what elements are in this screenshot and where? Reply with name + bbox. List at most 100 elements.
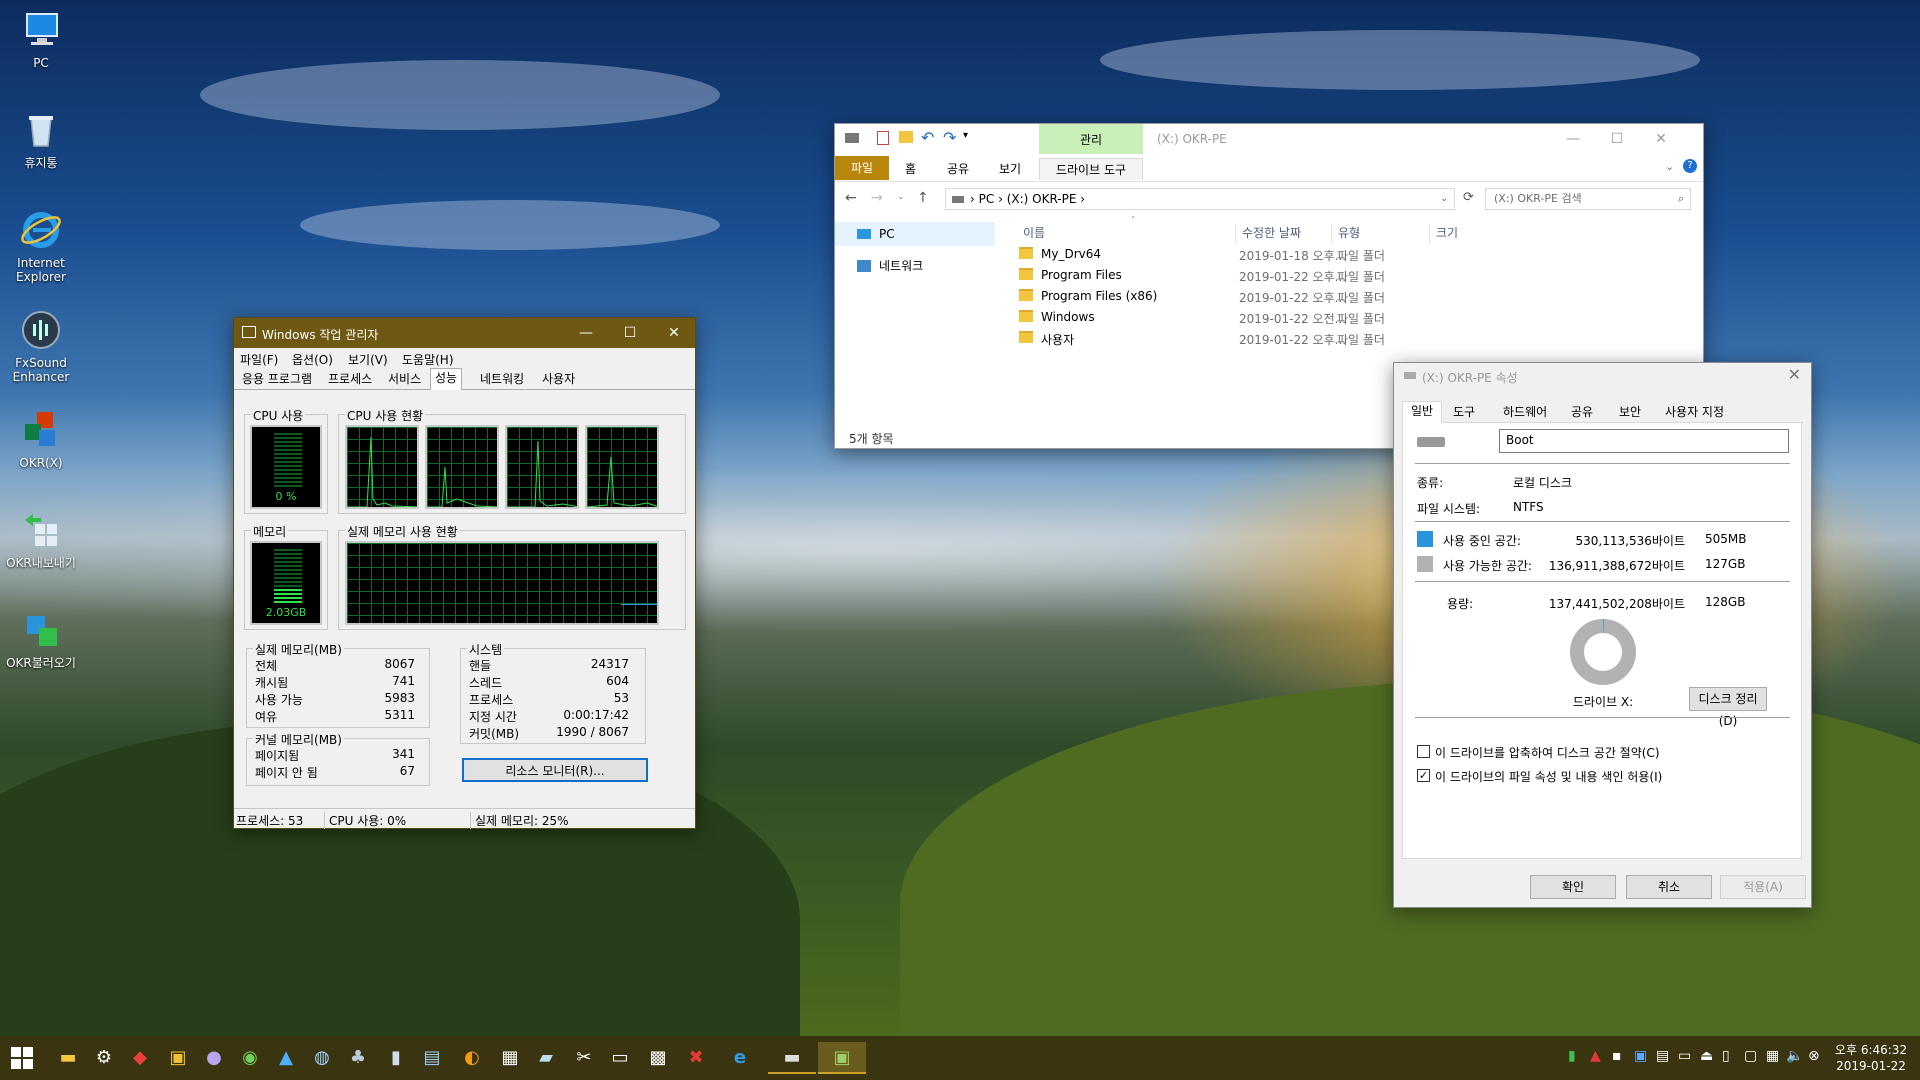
minimize-button[interactable]: —: [564, 318, 608, 348]
cancel-button[interactable]: 취소: [1626, 875, 1712, 899]
settings-taskbar-icon[interactable]: ⚙: [88, 1042, 120, 1074]
apply-button[interactable]: 적용(A): [1720, 875, 1806, 899]
desktop-icon-okr[interactable]: OKR(X): [4, 408, 78, 470]
chrome-taskbar-icon[interactable]: ◉: [234, 1042, 266, 1074]
drive-name-input[interactable]: Boot: [1499, 429, 1789, 453]
menu-view[interactable]: 보기(V): [348, 351, 388, 368]
search-input[interactable]: (X:) OKR-PE 검색 ⌕: [1485, 188, 1691, 210]
file-row[interactable]: Program Files 2019-01-22 오후... 파일 폴더: [1013, 265, 1693, 286]
app-taskbar-icon[interactable]: ●: [198, 1042, 230, 1074]
usb-icon[interactable]: ⏏: [1700, 1048, 1713, 1064]
tray-app-icon[interactable]: ▮: [1568, 1048, 1576, 1064]
ribbon-tab-drive-tools[interactable]: 드라이브 도구: [1039, 158, 1143, 180]
tray-app-icon[interactable]: ▪: [1612, 1048, 1622, 1064]
file-explorer-taskbar-icon[interactable]: ▬: [52, 1042, 84, 1074]
drive-taskbar-icon[interactable]: ▬: [768, 1042, 816, 1074]
up-icon[interactable]: ↑: [917, 190, 929, 206]
app-taskbar-icon[interactable]: ◍: [306, 1042, 338, 1074]
desktop-icon-pc[interactable]: PC: [4, 8, 78, 70]
app-taskbar-icon[interactable]: ✖: [680, 1042, 712, 1074]
desktop-icon-okr-export[interactable]: OKR내보내기: [4, 508, 78, 570]
tray-app-icon[interactable]: ▤: [1656, 1048, 1669, 1064]
notepad-taskbar-icon[interactable]: ▮: [380, 1042, 412, 1074]
column-type[interactable]: 유형: [1331, 224, 1360, 244]
undo-icon[interactable]: ↶: [921, 128, 934, 147]
back-icon[interactable]: ←: [845, 190, 857, 206]
tab-networking[interactable]: 네트워킹: [476, 370, 528, 390]
terminal-taskbar-icon[interactable]: ▭: [604, 1042, 636, 1074]
maximize-button[interactable]: ☐: [608, 318, 652, 348]
app-taskbar-icon[interactable]: ▩: [642, 1042, 674, 1074]
file-row[interactable]: My_Drv64 2019-01-18 오후... 파일 폴더: [1013, 244, 1693, 265]
tab-users[interactable]: 사용자: [538, 370, 579, 390]
ribbon-tab-share[interactable]: 공유: [935, 158, 981, 180]
app-taskbar-icon[interactable]: ▰: [530, 1042, 562, 1074]
menu-help[interactable]: 도움말(H): [402, 351, 454, 368]
address-dropdown-icon[interactable]: ⌄: [1440, 189, 1448, 209]
internet-explorer-taskbar-icon[interactable]: e: [724, 1042, 756, 1074]
menu-file[interactable]: 파일(F): [240, 351, 278, 368]
close-button[interactable]: ✕: [1639, 124, 1683, 154]
forward-icon[interactable]: →: [871, 190, 883, 206]
tray-app-icon[interactable]: ▲: [1590, 1048, 1601, 1064]
desktop-icon-recycle-bin[interactable]: 휴지통: [4, 108, 78, 170]
app-taskbar-icon[interactable]: ♣: [342, 1042, 374, 1074]
compress-checkbox[interactable]: [1417, 745, 1430, 758]
tab-hardware[interactable]: 하드웨어: [1498, 403, 1552, 423]
customize-qat-icon[interactable]: ▾: [963, 130, 968, 141]
close-icon[interactable]: ✕: [1788, 365, 1801, 384]
close-button[interactable]: ✕: [652, 318, 696, 348]
tab-security[interactable]: 보안: [1614, 403, 1646, 423]
address-box[interactable]: › PC › (X:) OKR-PE › ⌄: [945, 188, 1455, 210]
new-folder-icon[interactable]: [899, 131, 913, 143]
desktop-icon-ie[interactable]: Internet Explorer: [4, 208, 78, 284]
redo-icon[interactable]: ↷: [943, 128, 956, 147]
index-checkbox[interactable]: ✓: [1417, 769, 1430, 782]
breadcrumb-pc[interactable]: PC: [979, 192, 995, 206]
potplayer-taskbar-icon[interactable]: ▣: [162, 1042, 194, 1074]
app-taskbar-icon[interactable]: ▤: [416, 1042, 448, 1074]
ribbon-context-tab-manage[interactable]: 관리: [1039, 124, 1143, 154]
column-date[interactable]: 수정한 날짜: [1235, 224, 1301, 244]
column-name[interactable]: 이름: [1023, 224, 1045, 241]
tab-general[interactable]: 일반: [1402, 401, 1443, 423]
expand-ribbon-icon[interactable]: ⌄: [1665, 160, 1674, 173]
file-row[interactable]: Program Files (x86) 2019-01-22 오후... 파일 폴더: [1013, 286, 1693, 307]
column-size[interactable]: 크기: [1429, 224, 1458, 244]
file-row[interactable]: 사용자 2019-01-22 오후... 파일 폴더: [1013, 328, 1693, 349]
start-button[interactable]: [6, 1042, 38, 1074]
clock[interactable]: 오후 6:46:32 2019-01-22: [1832, 1042, 1910, 1074]
app-taskbar-icon[interactable]: ▦: [494, 1042, 526, 1074]
display-icon[interactable]: ▢: [1744, 1048, 1757, 1064]
tab-sharing[interactable]: 공유: [1566, 403, 1598, 423]
network-tray-icon[interactable]: ▦: [1766, 1048, 1779, 1064]
nav-item-pc[interactable]: PC: [835, 222, 995, 246]
task-manager-taskbar-icon[interactable]: ▣: [818, 1042, 866, 1074]
tray-app-icon[interactable]: ▯: [1722, 1048, 1730, 1064]
tray-app-icon[interactable]: ⊗: [1808, 1048, 1820, 1064]
minimize-button[interactable]: —: [1551, 124, 1595, 154]
app-taskbar-icon[interactable]: ◆: [124, 1042, 156, 1074]
tab-processes[interactable]: 프로세스: [324, 370, 376, 390]
tab-performance[interactable]: 성능: [430, 368, 463, 390]
resource-monitor-button[interactable]: 리소스 모니터(R)...: [462, 758, 648, 782]
app-taskbar-icon[interactable]: ◐: [456, 1042, 488, 1074]
disk-cleanup-button[interactable]: 디스크 정리(D): [1689, 687, 1767, 728]
tab-services[interactable]: 서비스: [384, 370, 425, 390]
tools-taskbar-icon[interactable]: ✂: [568, 1042, 600, 1074]
tray-app-icon[interactable]: ▣: [1634, 1048, 1647, 1064]
maximize-button[interactable]: ☐: [1595, 124, 1639, 154]
refresh-icon[interactable]: ⟳: [1463, 190, 1474, 205]
tab-applications[interactable]: 응용 프로그램: [238, 370, 316, 390]
breadcrumb-drive[interactable]: (X:) OKR-PE: [1007, 192, 1077, 206]
ok-button[interactable]: 확인: [1530, 875, 1616, 899]
desktop-icon-okr-import[interactable]: OKR불러오기: [4, 608, 78, 670]
file-row[interactable]: Windows 2019-01-22 오전... 파일 폴더: [1013, 307, 1693, 328]
tab-tools[interactable]: 도구: [1448, 403, 1480, 423]
ribbon-tab-view[interactable]: 보기: [987, 158, 1033, 180]
volume-icon[interactable]: 🔈: [1786, 1048, 1803, 1064]
properties-icon[interactable]: [877, 131, 889, 145]
tab-customize[interactable]: 사용자 지정: [1660, 403, 1729, 423]
desktop-icon-fxsound[interactable]: FxSound Enhancer: [4, 308, 78, 384]
nav-item-network[interactable]: 네트워크: [835, 254, 995, 278]
